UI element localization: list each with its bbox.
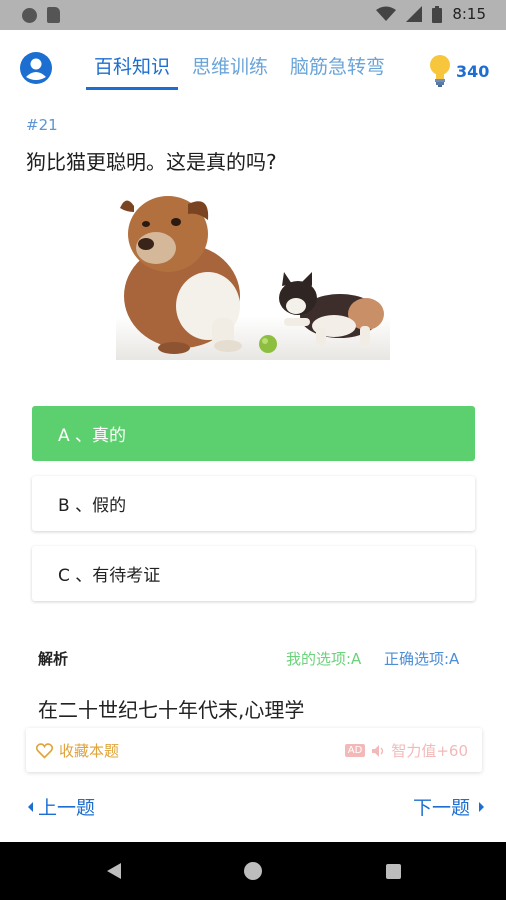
question-number: #21 [26,116,58,134]
lightbulb-icon [430,55,450,87]
previous-question-button[interactable]: 上一题 [26,793,95,820]
chevron-left-icon [28,801,33,812]
explanation-title: 解析 [38,650,69,668]
score-value: 340 [456,62,490,81]
speaker-icon [372,744,384,757]
heart-icon [36,742,53,759]
tab-encyclopedia[interactable]: 百科知识 [86,48,179,90]
explanation-text: 在二十世纪七十年代末,心理学 [38,698,305,722]
reward-label: 智力值+60 [391,742,468,760]
option-b-label: B 、假的 [58,496,127,516]
previous-question-label: 上一题 [38,797,96,819]
question-text: 狗比猫更聪明。这是真的吗? [26,150,277,174]
reward-button[interactable]: AD 智力值+60 [344,740,468,761]
status-bar: 8:15 [0,0,506,30]
question-image [116,196,390,360]
signal-icon [406,6,423,22]
next-question-label: 下一题 [412,797,470,819]
recent-apps-icon[interactable] [386,864,401,879]
tab-brain-teaser[interactable]: 脑筋急转弯 [282,48,393,90]
app-bar: 百科知识 思维训练 脑筋急转弯 340 [0,30,506,92]
option-b[interactable]: B 、假的 [32,476,475,531]
next-question-button[interactable]: 下一题 [413,793,486,820]
option-a[interactable]: A 、真的 [32,406,475,461]
ad-badge: AD [344,744,366,757]
notification-dot-icon [22,7,37,23]
home-icon[interactable] [244,862,262,880]
action-bar: 收藏本题 AD 智力值+60 [26,728,482,772]
wifi-icon [376,6,397,21]
favorite-label: 收藏本题 [59,742,120,760]
correct-choice-text: 正确选项:A [384,650,460,668]
my-choice-text: 我的选项:A [286,650,362,668]
favorite-button[interactable]: 收藏本题 [36,740,119,761]
battery-icon [432,5,443,23]
system-nav-bar [0,842,506,900]
option-a-label: A 、真的 [58,426,127,446]
tab-thinking-training[interactable]: 思维训练 [184,48,276,90]
chevron-right-icon [479,801,484,812]
category-tabs: 百科知识 思维训练 脑筋急转弯 [86,48,399,90]
option-c[interactable]: C 、有待考证 [32,546,475,601]
user-avatar-icon[interactable] [20,52,52,84]
status-time: 8:15 [452,5,486,23]
back-icon[interactable] [106,862,122,880]
option-c-label: C 、有待考证 [58,566,161,586]
sd-card-icon [47,7,60,23]
